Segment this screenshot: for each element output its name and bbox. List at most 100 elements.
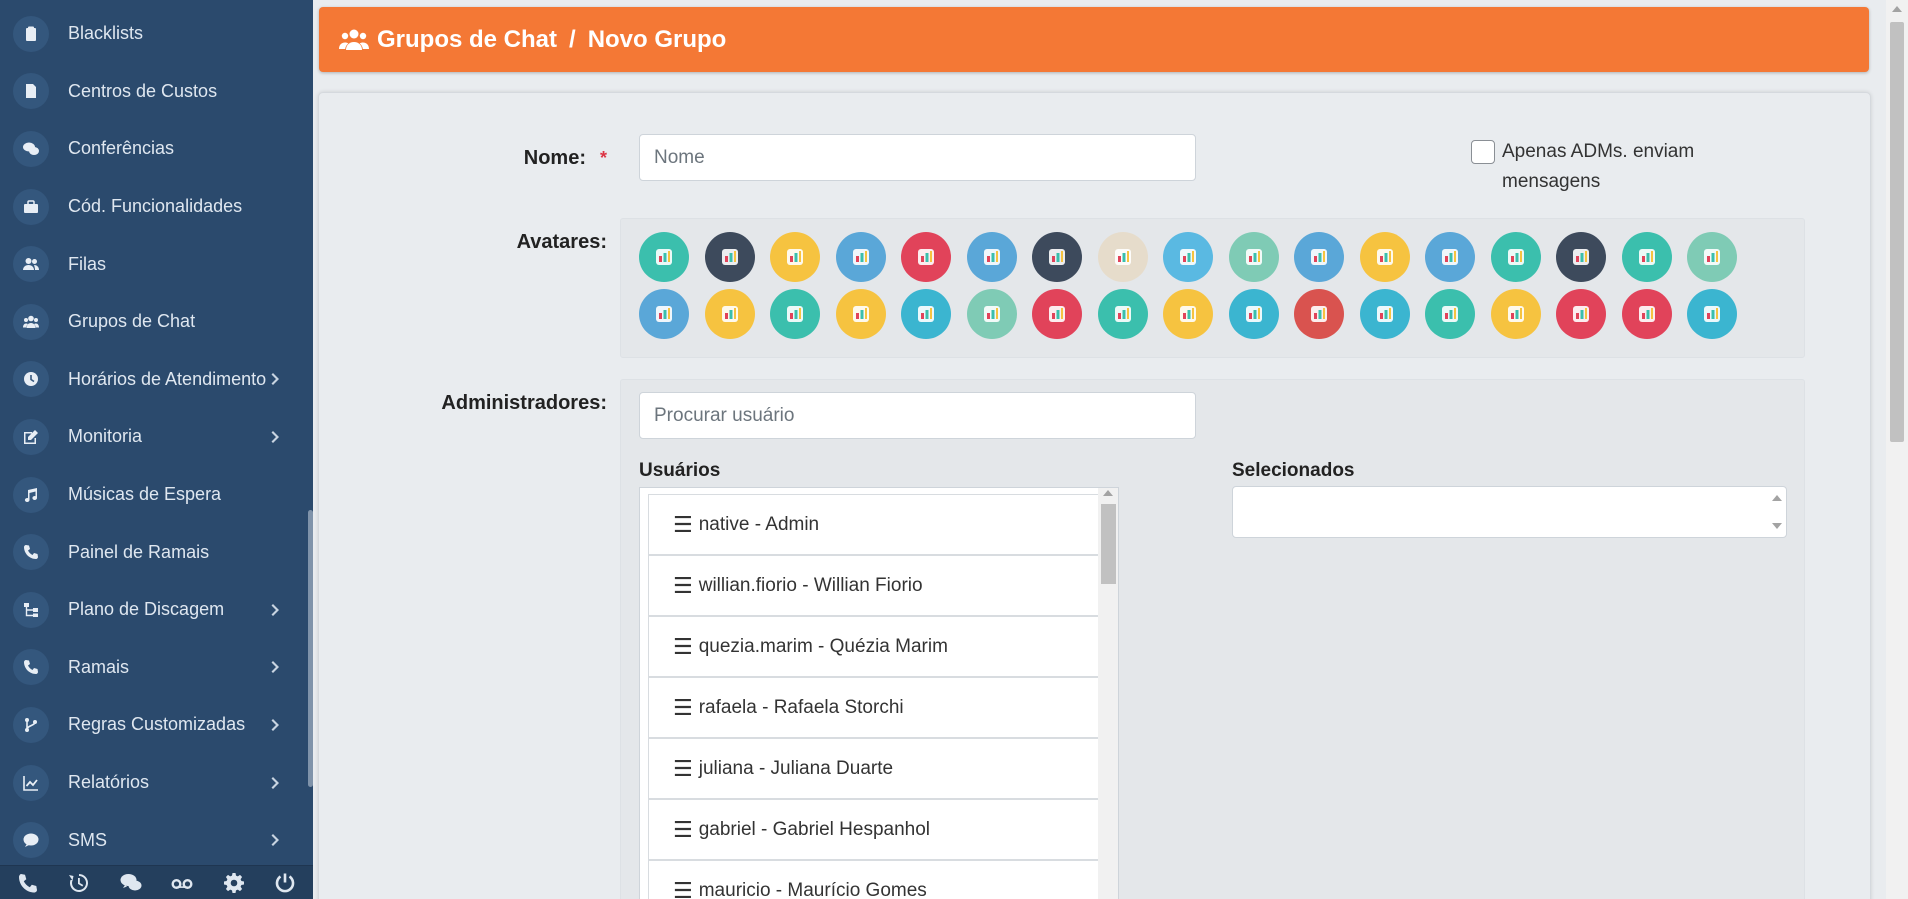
list-item[interactable]: ☰ willian.fiorio - Willian Fiorio: [648, 555, 1118, 616]
chevron-right-icon[interactable]: [268, 429, 284, 445]
selected-users-list[interactable]: [1232, 486, 1787, 538]
signpost-avatar[interactable]: [1425, 232, 1475, 282]
group-avatar[interactable]: [1556, 289, 1606, 339]
map-avatar[interactable]: [901, 289, 951, 339]
power-avatar[interactable]: [1294, 289, 1344, 339]
briefcase-icon: [13, 188, 49, 225]
voicemail-icon[interactable]: [169, 870, 195, 896]
basket-avatar[interactable]: [1097, 232, 1148, 282]
tools-avatar[interactable]: [1359, 289, 1410, 339]
scroll-up-arrow-icon[interactable]: [1103, 490, 1113, 496]
drag-handle-icon[interactable]: ☰: [673, 634, 693, 660]
sidebar-item-ramais[interactable]: Ramais: [0, 639, 304, 697]
gear-icon[interactable]: [221, 870, 247, 896]
sidebar-item-conferencias[interactable]: Conferências: [0, 120, 304, 178]
power-icon[interactable]: [272, 870, 298, 896]
headset-avatar[interactable]: [835, 289, 886, 339]
drag-handle-icon[interactable]: ☰: [673, 512, 693, 538]
sidebar-item-centros-de-custos[interactable]: Centros de Custos: [0, 63, 304, 121]
user-search-input[interactable]: [639, 392, 1196, 439]
hand-truck-avatar[interactable]: [901, 232, 951, 282]
admins-only-label: Apenas ADMs. enviam mensagens: [1502, 141, 1695, 192]
team-avatar[interactable]: [1359, 232, 1410, 282]
scroll-up-arrow-icon[interactable]: [1892, 6, 1902, 12]
selected-list-scrollbar[interactable]: [1768, 487, 1786, 537]
drag-handle-icon[interactable]: ☰: [673, 878, 693, 899]
wrench-avatar[interactable]: [1687, 289, 1737, 339]
list-item[interactable]: ☰ quezia.marim - Quézia Marim: [648, 616, 1118, 677]
bar-chart-avatar[interactable]: [704, 232, 755, 282]
list-item[interactable]: ☰ mauricio - Maurício Gomes: [648, 860, 1118, 899]
admins-only-option[interactable]: Apenas ADMs. enviam mensagens: [1471, 137, 1742, 197]
page-scrollbar[interactable]: [1886, 0, 1908, 899]
drag-handle-icon[interactable]: ☰: [673, 817, 693, 843]
drag-handle-icon[interactable]: ☰: [673, 573, 693, 599]
list-item[interactable]: ☰ gabriel - Gabriel Hespanhol: [648, 799, 1118, 860]
chevron-right-icon[interactable]: [268, 371, 284, 387]
users-list-scrollbar[interactable]: [1098, 488, 1118, 899]
sidebar-item-monitoria[interactable]: Monitoria: [0, 408, 304, 466]
chevron-right-icon[interactable]: [268, 659, 284, 675]
breadcrumb-section[interactable]: Grupos de Chat: [377, 26, 557, 54]
drag-handle-icon[interactable]: ☰: [673, 756, 693, 782]
megaphone-avatar[interactable]: [966, 289, 1017, 339]
admins-only-checkbox[interactable]: [1471, 140, 1495, 164]
growth-chart-avatar[interactable]: [770, 289, 820, 339]
sidebar-item-horarios-de-atendimento[interactable]: Horários de Atendimento: [0, 351, 304, 409]
sidebar-item-painel-de-ramais[interactable]: Painel de Ramais: [0, 523, 304, 581]
books-avatar[interactable]: [835, 232, 886, 282]
phone-icon[interactable]: [15, 870, 41, 896]
presentation-avatar[interactable]: [1556, 232, 1606, 282]
money-envelope-avatar[interactable]: [1097, 289, 1148, 339]
sidebar-item-grupos-de-chat[interactable]: Grupos de Chat: [0, 293, 304, 351]
page-scroll-thumb[interactable]: [1890, 22, 1904, 442]
rising-graph-avatar[interactable]: [1032, 289, 1082, 339]
chevron-right-icon[interactable]: [268, 717, 284, 733]
sidebar-item-label: Filas: [68, 253, 107, 274]
clipboard-avatar[interactable]: [1294, 232, 1344, 282]
sidebar-item-relatorios[interactable]: Relatórios: [0, 754, 304, 812]
chart-search-avatar[interactable]: [639, 232, 689, 282]
list-item[interactable]: ☰ native - Admin: [648, 494, 1118, 555]
chat-bubble-avatar[interactable]: [1163, 232, 1213, 282]
chevron-right-icon[interactable]: [268, 775, 284, 791]
history-icon[interactable]: [66, 870, 92, 896]
user-label: juliana - Juliana Duarte: [698, 757, 894, 779]
list-item[interactable]: ☰ rafaela - Rafaela Storchi: [648, 677, 1118, 738]
target-avatar[interactable]: [1490, 289, 1541, 339]
sidebar-item-sms[interactable]: SMS: [0, 811, 304, 869]
edit-icon: [13, 418, 49, 455]
sidebar-item-cod-funcionalidades[interactable]: Cód. Funcionalidades: [0, 178, 304, 236]
newspaper-avatar[interactable]: [966, 232, 1017, 282]
name-input[interactable]: [639, 134, 1196, 181]
delivery-truck-avatar[interactable]: [1621, 289, 1672, 339]
document-chart-avatar[interactable]: [704, 289, 755, 339]
time-person-avatar[interactable]: [1490, 232, 1541, 282]
calculator-avatar[interactable]: [1032, 232, 1082, 282]
scroll-down-arrow-icon[interactable]: [1772, 523, 1782, 529]
support-person-avatar[interactable]: [1425, 289, 1475, 339]
users-list[interactable]: ☰ mauricio - Maurício Gomes ☰ gabriel - Gab…: [639, 487, 1119, 899]
phone-avatar[interactable]: [1163, 289, 1213, 339]
businessman-avatar[interactable]: [770, 232, 820, 282]
sidebar-item-regras-customizadas[interactable]: Regras Customizadas: [0, 696, 304, 754]
chevron-right-icon[interactable]: [268, 602, 284, 618]
sidebar-item-musicas-de-espera[interactable]: Músicas de Espera: [0, 466, 304, 524]
chevron-right-icon[interactable]: [268, 832, 284, 848]
settings-avatar[interactable]: [1687, 232, 1737, 282]
comments-icon[interactable]: [118, 870, 144, 896]
sidebar-item-blacklists[interactable]: Blacklists: [0, 5, 304, 63]
checkbox-avatar[interactable]: [1228, 232, 1279, 282]
drag-handle-icon[interactable]: ☰: [673, 695, 693, 721]
sidebar-item-filas[interactable]: Filas: [0, 235, 304, 293]
cash-person-avatar[interactable]: [1621, 232, 1672, 282]
sidebar-scrollbar[interactable]: [308, 510, 313, 787]
scroll-up-arrow-icon[interactable]: [1772, 495, 1782, 501]
list-item[interactable]: ☰ juliana - Juliana Duarte: [648, 738, 1118, 799]
sidebar-item-plano-de-discagem[interactable]: Plano de Discagem: [0, 581, 304, 639]
sidebar-bottom-toolbar: [0, 865, 313, 899]
scroll-thumb[interactable]: [1101, 504, 1116, 584]
globe-avatar[interactable]: [639, 289, 689, 339]
phone-handset-avatar[interactable]: [1228, 289, 1279, 339]
sidebar-item-label: Músicas de Espera: [68, 484, 222, 505]
